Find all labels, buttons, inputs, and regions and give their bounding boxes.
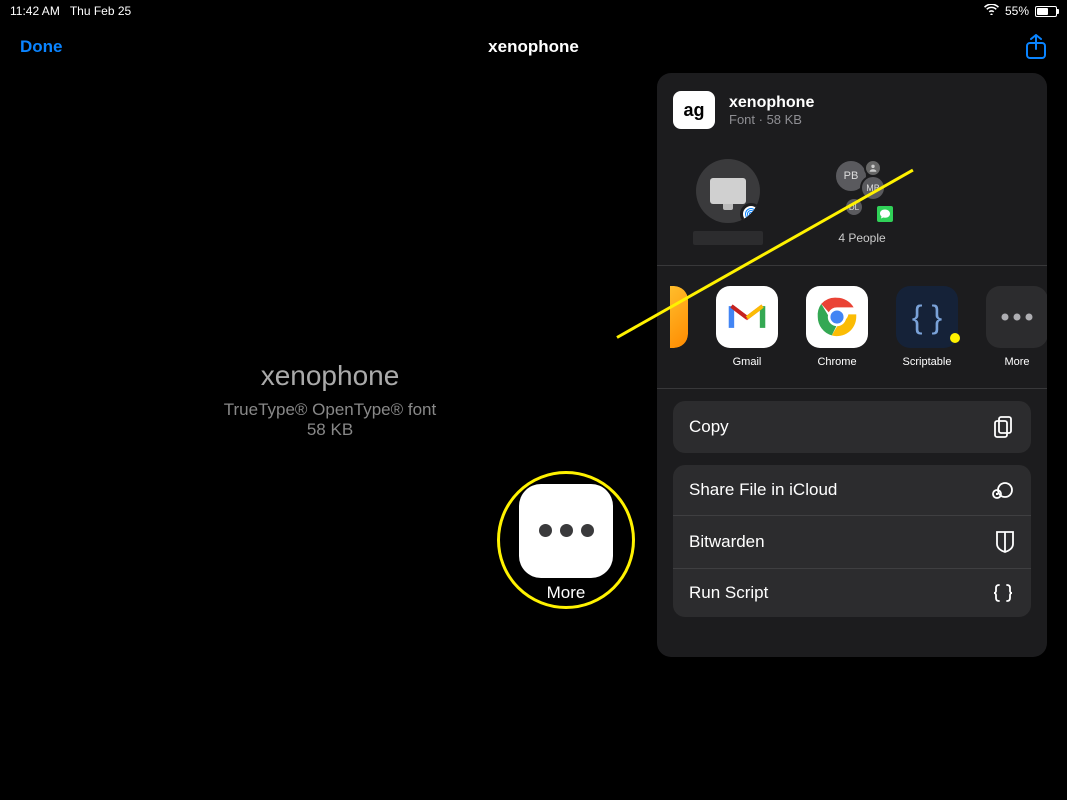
battery-percent: 55% [1005, 4, 1029, 18]
chrome-icon [806, 286, 868, 348]
airdrop-mac-target[interactable] [673, 159, 783, 245]
scriptable-icon: { } [896, 286, 958, 348]
action-label: Bitwarden [689, 532, 765, 552]
airdrop-target-label [693, 231, 763, 245]
copy-icon [993, 415, 1015, 439]
file-title: xenophone [0, 360, 660, 392]
share-sheet-header: ag xenophone Font · 58 KB [657, 73, 1047, 147]
annotation-callout: More [497, 471, 637, 609]
share-app-gmail[interactable]: Gmail [715, 286, 779, 368]
annotation-endpoint [950, 333, 960, 343]
action-label: Copy [689, 417, 729, 437]
share-app-chrome[interactable]: Chrome [805, 286, 869, 368]
file-type: TrueType® OpenType® font [0, 400, 660, 420]
action-label: Run Script [689, 583, 768, 603]
airdrop-people-target[interactable]: PB MB DL 4 People [807, 159, 917, 245]
wifi-icon [984, 4, 999, 18]
share-icloud-icon [991, 479, 1015, 501]
share-file-name: xenophone [729, 94, 814, 112]
action-run-script[interactable]: Run Script [673, 568, 1031, 617]
file-preview-area: xenophone TrueType® OpenType® font 58 KB [0, 360, 660, 440]
share-app-scriptable[interactable]: { } Scriptable [895, 286, 959, 368]
nav-bar: Done xenophone [0, 22, 1067, 72]
airdrop-row: PB MB DL 4 People [657, 147, 1047, 266]
airdrop-people-label: 4 People [838, 231, 885, 245]
drive-icon [657, 286, 688, 348]
share-sheet: ag xenophone Font · 58 KB PB MB DL [657, 73, 1047, 657]
bitwarden-icon [995, 530, 1015, 554]
share-file-subtitle: Font · 58 KB [729, 112, 814, 127]
more-icon [519, 484, 613, 578]
page-title: xenophone [488, 37, 579, 57]
more-icon [986, 286, 1047, 348]
font-file-icon: ag [673, 91, 715, 129]
app-label: Chrome [817, 356, 856, 368]
status-bar: 11:42 AM Thu Feb 25 55% [0, 0, 1067, 22]
action-copy[interactable]: Copy [673, 401, 1031, 453]
action-bitwarden[interactable]: Bitwarden [673, 515, 1031, 568]
action-share-icloud[interactable]: Share File in iCloud [673, 465, 1031, 515]
imac-icon [710, 178, 746, 204]
app-label: Scriptable [903, 356, 952, 368]
status-date: Thu Feb 25 [70, 4, 131, 18]
share-apps-row: Gmail Chrome { } Scriptable More [657, 266, 1047, 389]
messages-icon [874, 203, 896, 225]
run-script-icon [991, 583, 1015, 603]
battery-icon [1035, 6, 1057, 17]
gmail-icon [716, 286, 778, 348]
action-label: Share File in iCloud [689, 480, 837, 500]
contact-avatar [864, 159, 882, 177]
airdrop-icon [740, 203, 760, 223]
annotation-label: More [547, 583, 586, 603]
done-button[interactable]: Done [20, 37, 63, 57]
share-app-more[interactable]: More [985, 286, 1047, 368]
status-time: 11:42 AM [10, 4, 60, 18]
share-actions-list: Copy Share File in iCloud Bitwarden R [657, 389, 1047, 629]
share-button[interactable] [1025, 34, 1047, 60]
app-label: More [1004, 356, 1029, 368]
file-size: 58 KB [0, 420, 660, 440]
app-label: Gmail [733, 356, 762, 368]
